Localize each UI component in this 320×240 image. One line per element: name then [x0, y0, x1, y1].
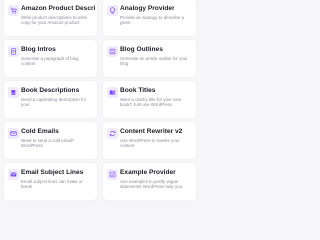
card-title: Analogy Provider	[120, 4, 175, 12]
template-card-blog-intros[interactable]: Blog Intros Generate a paragraph of blog…	[4, 40, 97, 77]
card-title: Blog Outlines	[120, 45, 163, 53]
template-card-example-provider[interactable]: Example Provider Use examples to justify…	[103, 163, 196, 200]
template-card-cold-emails[interactable]: Cold Emails Need to send a cold email? W…	[4, 122, 97, 159]
card-title: Cold Emails	[21, 127, 59, 135]
card-description: Want a catchy title for your new book? Ju…	[120, 96, 182, 108]
template-card-book-titles[interactable]: Book Titles Want a catchy title for your…	[103, 81, 196, 118]
card-title: Book Titles	[120, 86, 156, 94]
template-card-content-rewriter-v2[interactable]: Content Rewriter v2 Use WordPress to rew…	[103, 122, 196, 159]
template-card-blog-outlines[interactable]: Blog Outlines Generate an article outlin…	[103, 40, 196, 77]
template-card-analogy-provider[interactable]: Analogy Provider Provide an analogy to d…	[103, 0, 196, 36]
template-card-amazon-product-descriptions[interactable]: Amazon Product Descriptions Write produc…	[4, 0, 97, 36]
rewrite-icon	[107, 128, 118, 139]
card-description: Provide an analogy to describe a givenst…	[120, 14, 184, 27]
email-subject-icon	[8, 169, 19, 180]
card-description: Email subject lines can make or breakyou…	[21, 178, 83, 191]
card-title: Amazon Product Descriptions	[21, 4, 95, 12]
card-description: Need to send a cold email? WordPresshas …	[21, 137, 80, 150]
card-description: Use examples to justify vague statements …	[120, 178, 183, 190]
cart-icon	[8, 5, 19, 16]
book-open-icon	[107, 87, 118, 98]
template-card-book-descriptions[interactable]: Book Descriptions Need a captivating des…	[4, 81, 97, 118]
card-description: Use WordPress to rewrite your contentin …	[120, 137, 180, 150]
templates-grid: Amazon Product Descriptions Write produc…	[4, 0, 200, 201]
book-icon	[8, 87, 19, 98]
card-title: Content Rewriter v2	[120, 127, 183, 135]
card-title: Example Provider	[120, 168, 176, 176]
list-icon	[107, 46, 118, 57]
card-description: Generate a paragraph of blog contentusin…	[21, 55, 79, 68]
template-card-email-subject-lines[interactable]: Email Subject Lines Email subject lines …	[4, 163, 97, 200]
card-title: Email Subject Lines	[21, 168, 84, 176]
email-icon	[8, 128, 19, 139]
lightbulb-icon	[107, 5, 118, 16]
card-description: Write product descriptions to write copy …	[21, 14, 88, 26]
document-icon	[8, 46, 19, 57]
card-title: Book Descriptions	[21, 86, 80, 94]
card-description: Need a captivating description for yourb…	[21, 96, 87, 109]
card-title: Blog Intros	[21, 45, 56, 53]
card-description: Generate an article outline for your blo…	[120, 55, 188, 68]
example-icon	[107, 169, 118, 180]
